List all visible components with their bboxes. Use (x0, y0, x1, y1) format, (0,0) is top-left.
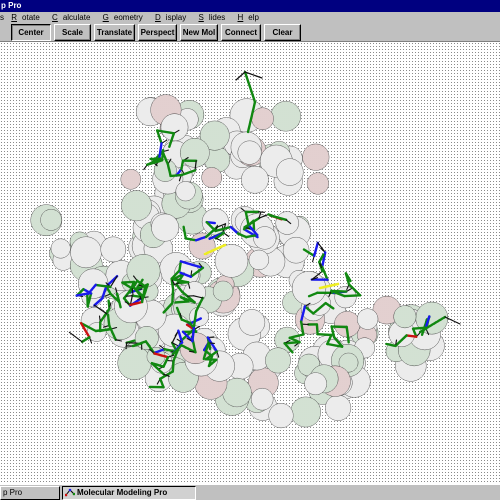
bond (243, 70, 257, 104)
connect-button[interactable]: Connect (221, 24, 261, 41)
atom-sphere (268, 403, 294, 429)
menu-file[interactable]: s (0, 12, 4, 23)
atom-sphere (393, 305, 417, 329)
bond (169, 173, 183, 178)
menu-help[interactable]: Help (238, 12, 264, 23)
bond (191, 324, 196, 343)
bond (257, 211, 266, 213)
menu-calculate[interactable]: Calculate (52, 12, 95, 23)
scale-button[interactable]: Scale (54, 24, 91, 41)
atom-sphere (134, 326, 159, 350)
bond (80, 336, 91, 343)
toolbar: Center Scale Translate Perspect New Mol … (0, 23, 500, 42)
atom-sphere (238, 309, 266, 336)
bond (171, 359, 175, 373)
atom-sphere (201, 167, 223, 188)
atom-sphere (70, 236, 102, 269)
perspect-button[interactable]: Perspect (138, 24, 177, 41)
menu-geometry[interactable]: Geometry (103, 12, 148, 23)
bond (157, 142, 163, 161)
bond (160, 148, 165, 162)
atom-sphere (290, 396, 322, 428)
bond (235, 71, 246, 81)
atom-sphere (356, 308, 379, 330)
bond (315, 323, 319, 336)
atom-sphere (151, 213, 180, 242)
bond (68, 331, 83, 343)
window-title-bar[interactable]: p Pro (0, 0, 500, 12)
menu-bar: s Rotate Calculate Geometry Display Slid… (0, 12, 500, 23)
taskbar-active-label: Molecular Modeling Pro (77, 488, 168, 497)
bond (125, 295, 133, 297)
atom-sphere (100, 236, 127, 263)
atom-sphere (275, 211, 299, 235)
atom-sphere (175, 181, 196, 202)
menu-display[interactable]: Display (155, 12, 191, 23)
bond (178, 260, 183, 272)
atom-sphere (212, 280, 234, 302)
new-mol-button[interactable]: New Mol (180, 24, 218, 41)
menu-rotate[interactable]: Rotate (11, 12, 45, 23)
bond (131, 294, 145, 299)
bond (313, 241, 319, 258)
atom-sphere (325, 394, 352, 421)
molecule-viewport[interactable] (0, 42, 500, 484)
atom-sphere (121, 190, 152, 222)
atom-sphere (248, 249, 270, 271)
taskbar-button-molecular-modeling[interactable]: Molecular Modeling Pro (62, 486, 196, 500)
bond (106, 313, 111, 327)
translate-button[interactable]: Translate (94, 24, 135, 41)
atom-sphere (251, 107, 274, 130)
atom-sphere (265, 347, 291, 374)
window-title: p Pro (1, 1, 22, 10)
atom-sphere (179, 137, 210, 168)
atom-sphere (270, 100, 302, 132)
atom-sphere (304, 372, 327, 396)
menu-slides[interactable]: Slides (198, 12, 230, 23)
taskbar: p Pro Molecular Modeling Pro (0, 484, 500, 500)
atom-sphere (50, 238, 71, 259)
molecule-drawing (30, 70, 461, 429)
bond (177, 281, 190, 285)
atom-sphere (276, 158, 304, 186)
atom-sphere (250, 387, 274, 411)
bond (343, 294, 362, 298)
atom-sphere (117, 346, 152, 380)
atom-sphere (241, 165, 269, 194)
atom-sphere (160, 113, 189, 142)
taskbar-button-app[interactable]: p Pro (0, 486, 60, 500)
atom-sphere (214, 244, 249, 278)
clear-button[interactable]: Clear (264, 24, 301, 41)
bond (180, 159, 185, 171)
atom-sphere (120, 169, 142, 190)
molecule-app-icon (65, 489, 75, 497)
atom-sphere (302, 143, 330, 171)
bond (215, 237, 222, 242)
atom-sphere (306, 172, 329, 195)
atom-sphere (237, 140, 262, 165)
taskbar-app-label: p Pro (3, 488, 23, 497)
center-button[interactable]: Center (11, 24, 51, 41)
bond (405, 334, 418, 338)
bond (316, 333, 333, 337)
bond (171, 287, 175, 305)
atom-sphere (40, 209, 62, 231)
vdw-spheres (30, 94, 449, 429)
